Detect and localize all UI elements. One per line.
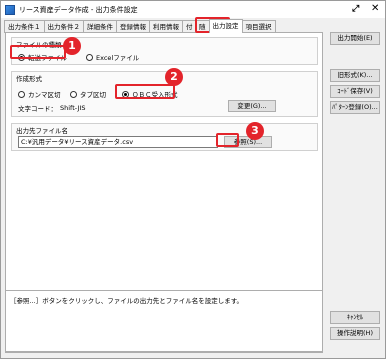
tab-output-settings[interactable]: 出力設定	[208, 19, 243, 33]
close-icon[interactable]: ✕	[371, 4, 379, 14]
output-file-title: 出力先ファイル名	[16, 127, 68, 135]
charcode-label: 文字コード：	[18, 105, 57, 113]
cancel-button[interactable]: ｷｬﾝｾﾙ	[330, 311, 380, 324]
charcode-row: 文字コード： Shift-JIS	[18, 103, 85, 113]
output-path-input[interactable]: C:¥汎用データ¥リース資産データ.csv	[18, 136, 218, 148]
output-start-button[interactable]: 出力開始(E)	[330, 32, 380, 45]
radio-tab[interactable]: タブ区切	[70, 89, 106, 99]
radio-comma[interactable]: カンマ区切	[18, 89, 61, 99]
charcode-value: Shift-JIS	[60, 104, 86, 112]
radio-label: タブ区切	[80, 91, 106, 99]
app-icon	[5, 4, 15, 15]
radio-indicator[interactable]	[18, 90, 25, 98]
radio-label: Excelファイル	[96, 54, 140, 62]
annotation-highlight-transfer	[10, 45, 66, 59]
title-bar[interactable]: リース資産データ作成 - 出力条件設定 ⤢ ✕	[1, 1, 385, 18]
old-format-button[interactable]: 旧形式(K)...	[330, 69, 380, 82]
annotation-badge-1: 1	[63, 37, 81, 55]
annotation-badge-3: 3	[246, 122, 264, 140]
radio-indicator[interactable]	[86, 53, 93, 61]
expand-icon[interactable]: ⤢	[352, 4, 359, 14]
output-settings-window: リース資産データ作成 - 出力条件設定 ⤢ ✕ 出力条件１ 出力条件２ 詳細条件…	[0, 0, 386, 359]
help-button[interactable]: 操作説明(H)	[330, 327, 380, 340]
pattern-register-button[interactable]: ﾊﾟﾀｰﾝ登録(O)...	[330, 101, 380, 114]
radio-label: カンマ区切	[28, 91, 61, 99]
annotation-badge-2: 2	[165, 68, 183, 86]
output-file-group: 出力先ファイル名 C:¥汎用データ¥リース資産データ.csv 参照(S)...	[11, 123, 318, 151]
change-charcode-button[interactable]: 変更(G)...	[228, 100, 276, 112]
tab-bar: 出力条件１ 出力条件２ 詳細条件 登録情報 利用情報 付 随 出力設定 項目選択	[4, 19, 276, 33]
radio-excel-file[interactable]: Excelファイル	[86, 52, 139, 62]
create-format-title: 作成形式	[16, 75, 42, 83]
annotation-highlight-obc	[115, 84, 175, 99]
annotation-highlight-browse	[216, 133, 239, 147]
code-save-button[interactable]: ｺｰﾄﾞ保存(V)	[330, 85, 380, 98]
help-message: ［参照...］ボタンをクリックし、ファイルの出力先とファイル名を設定します。	[5, 290, 323, 352]
radio-indicator[interactable]	[70, 90, 77, 98]
window-title: リース資産データ作成 - 出力条件設定	[19, 5, 138, 14]
